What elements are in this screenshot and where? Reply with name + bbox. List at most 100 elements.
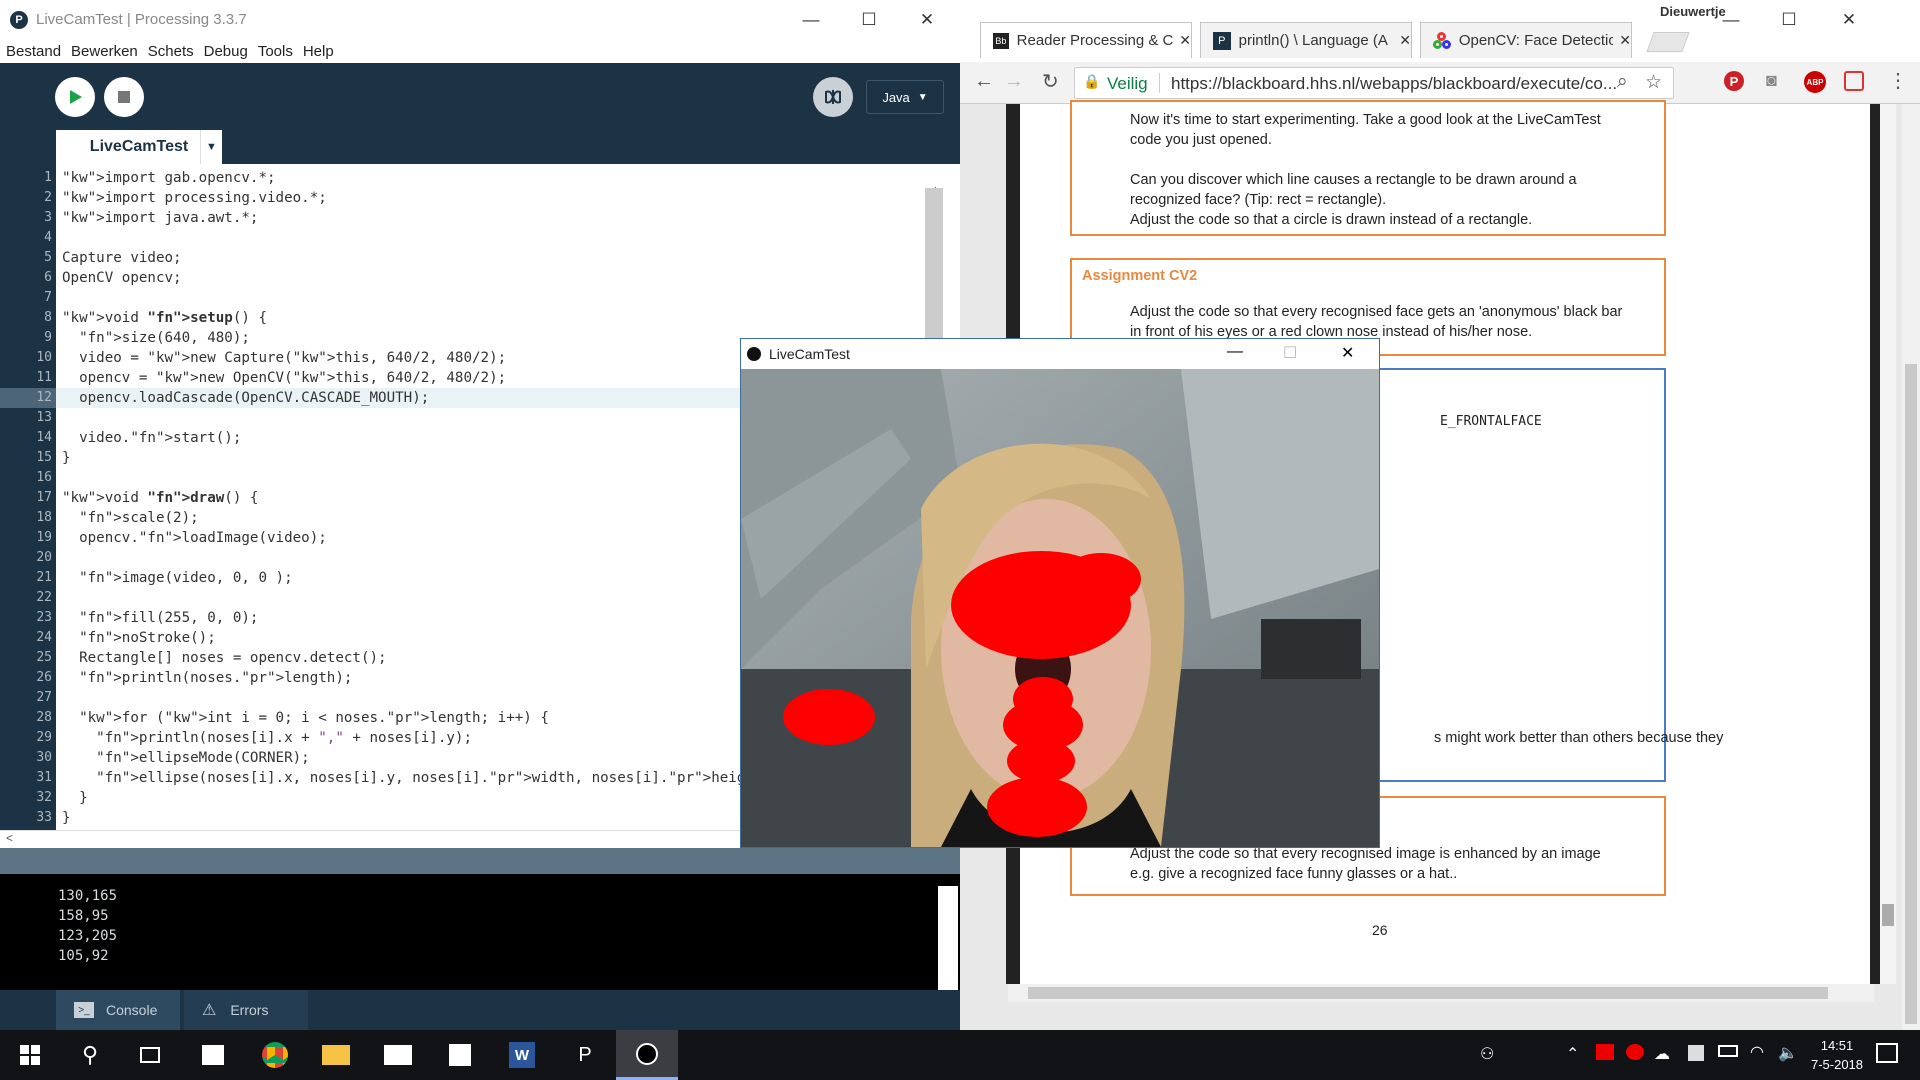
code-line[interactable]: "fn">fill(255, 0, 0);	[62, 608, 258, 628]
code-line[interactable]: }	[62, 448, 71, 468]
menu-tools[interactable]: Tools	[258, 43, 293, 60]
tab-menu-arrow-icon[interactable]: ▼	[200, 130, 222, 164]
url-text[interactable]: https://blackboard.hhs.nl/webapps/blackb…	[1171, 74, 1617, 94]
cam-maximize-button[interactable]: ☐	[1283, 343, 1297, 363]
viewer-vscrollbar[interactable]	[1880, 104, 1896, 984]
code-line[interactable]: "fn">size(640, 480);	[62, 328, 250, 348]
task-view-button[interactable]	[120, 1030, 180, 1080]
code-line[interactable]: }	[62, 788, 88, 808]
debug-button[interactable]	[813, 77, 853, 117]
doc-text: s might work better than others because …	[1434, 730, 1724, 746]
volume-icon[interactable]: 🔈	[1778, 1043, 1798, 1063]
clock[interactable]: 14:51 7-5-2018	[1805, 1036, 1869, 1074]
tab-reader[interactable]: Bb Reader Processing & C ✕	[980, 22, 1192, 58]
code-line[interactable]: video."fn">start();	[62, 428, 241, 448]
code-line[interactable]: Capture video;	[62, 248, 182, 268]
processing-taskbar-icon[interactable]: P	[555, 1030, 615, 1080]
menu-help[interactable]: Help	[303, 43, 334, 60]
menu-bewerken[interactable]: Bewerken	[71, 43, 138, 60]
people-icon[interactable]: ⚇	[1480, 1044, 1494, 1064]
close-icon[interactable]: ✕	[1619, 32, 1631, 49]
word-icon[interactable]: W	[492, 1030, 552, 1080]
code-line[interactable]: "fn">ellipse(noses[i].x, noses[i].y, nos…	[62, 768, 779, 788]
code-line[interactable]: }	[62, 808, 71, 828]
code-line[interactable]: "fn">scale(2);	[62, 508, 199, 528]
stop-button[interactable]	[104, 77, 144, 117]
console-scrollbar[interactable]	[938, 886, 958, 990]
minimize-button[interactable]: —	[782, 0, 840, 39]
back-icon[interactable]: ←	[974, 70, 994, 93]
search-icon[interactable]: ⚲	[60, 1030, 120, 1080]
code-line[interactable]: OpenCV opencv;	[62, 268, 182, 288]
pinterest-icon[interactable]: P	[1724, 71, 1744, 91]
device-icon[interactable]	[1688, 1045, 1704, 1061]
file-explorer-icon[interactable]	[306, 1030, 366, 1080]
show-hidden-icons[interactable]: ⌃	[1566, 1044, 1579, 1064]
antivirus-icon[interactable]	[1596, 1044, 1614, 1060]
tab-opencv[interactable]: OpenCV: Face Detectio ✕	[1420, 22, 1632, 58]
tab-livecamtest[interactable]: LiveCamTest	[56, 130, 222, 164]
mode-selector[interactable]: Java ▼	[866, 80, 944, 114]
menu-schets[interactable]: Schets	[148, 43, 194, 60]
chrome-minimize-button[interactable]: —	[1702, 0, 1760, 39]
close-icon[interactable]: ✕	[1399, 32, 1411, 49]
address-bar[interactable]: 🔒 Veilig https://blackboard.hhs.nl/webap…	[1074, 67, 1674, 99]
livecam-taskbar-icon[interactable]	[616, 1030, 678, 1080]
wifi-icon[interactable]: ◠	[1750, 1042, 1764, 1062]
chrome-icon[interactable]	[245, 1030, 305, 1080]
menu-bestand[interactable]: Bestand	[6, 43, 61, 60]
code-line[interactable]: "kw">void "fn">setup() {	[62, 308, 267, 328]
adblock-icon[interactable]: ABP	[1804, 71, 1826, 93]
close-icon[interactable]: ✕	[1179, 32, 1191, 49]
scroll-left-icon[interactable]: <	[6, 831, 13, 845]
maximize-button[interactable]: ☐	[840, 0, 898, 39]
code-line[interactable]: opencv = "kw">new OpenCV("kw">this, 640/…	[62, 368, 506, 388]
code-line[interactable]: "fn">ellipseMode(CORNER);	[62, 748, 310, 768]
code-line[interactable]: video = "kw">new Capture("kw">this, 640/…	[62, 348, 506, 368]
media-icon[interactable]	[1626, 1044, 1644, 1060]
run-button[interactable]	[55, 77, 95, 117]
code-line[interactable]: "kw">import processing.video.*;	[62, 188, 327, 208]
page-vscrollbar[interactable]	[1902, 104, 1920, 1030]
code-line[interactable]: "fn">println(noses[i].x + "," + noses[i]…	[62, 728, 472, 748]
tab-println[interactable]: P println() \ Language (A ✕	[1200, 22, 1412, 58]
code-line[interactable]: Rectangle[] noses = opencv.detect();	[62, 648, 387, 668]
console-tab[interactable]: >_ Console	[56, 990, 180, 1030]
pocket-icon[interactable]	[1844, 71, 1864, 91]
chrome-maximize-button[interactable]: ☐	[1760, 0, 1818, 39]
code-line[interactable]: "kw">void "fn">draw() {	[62, 488, 258, 508]
search-icon[interactable]: ⌕	[1617, 71, 1628, 93]
viewer-hscrollbar[interactable]	[1008, 984, 1874, 1002]
viewer-vscroll-thumb[interactable]	[1882, 904, 1894, 926]
errors-tab[interactable]: ⚠ Errors	[184, 990, 308, 1030]
code-line[interactable]: opencv."fn">loadImage(video);	[62, 528, 327, 548]
cam-close-button[interactable]: ✕	[1341, 343, 1354, 363]
menu-debug[interactable]: Debug	[204, 43, 248, 60]
action-center-icon[interactable]	[1876, 1043, 1898, 1063]
chrome-close-button[interactable]: ✕	[1820, 0, 1878, 39]
code-line[interactable]: "kw">import java.awt.*;	[62, 208, 258, 228]
code-line[interactable]: "fn">println(noses."pr">length);	[62, 668, 352, 688]
cam-minimize-button[interactable]: —	[1227, 343, 1243, 361]
page-vscroll-thumb[interactable]	[1905, 364, 1917, 1024]
mail-icon[interactable]	[368, 1030, 428, 1080]
star-icon[interactable]: ☆	[1645, 71, 1662, 94]
page-number: 26	[1372, 922, 1388, 938]
onedrive-icon[interactable]: ☁	[1654, 1044, 1670, 1064]
code-line[interactable]: "fn">image(video, 0, 0 );	[62, 568, 293, 588]
forward-icon[interactable]: →	[1004, 70, 1024, 93]
sticky-notes-icon[interactable]	[430, 1030, 490, 1080]
camera-icon[interactable]: ◙	[1766, 70, 1777, 91]
code-line[interactable]: "kw">import gab.opencv.*;	[62, 168, 276, 188]
new-tab-button[interactable]	[1646, 32, 1690, 52]
code-line[interactable]: "fn">noStroke();	[62, 628, 216, 648]
menu-icon[interactable]: ⋮	[1888, 68, 1908, 93]
code-line[interactable]: opencv.loadCascade(OpenCV.CASCADE_MOUTH)…	[62, 388, 429, 408]
battery-icon[interactable]	[1718, 1045, 1738, 1057]
reload-icon[interactable]: ↻	[1042, 69, 1059, 94]
code-line[interactable]: "kw">for ("kw">int i = 0; i < noses."pr"…	[62, 708, 549, 728]
close-button[interactable]: ✕	[898, 0, 956, 39]
start-button[interactable]	[0, 1030, 60, 1080]
store-icon[interactable]	[183, 1030, 243, 1080]
viewer-hscroll-thumb[interactable]	[1028, 987, 1828, 999]
